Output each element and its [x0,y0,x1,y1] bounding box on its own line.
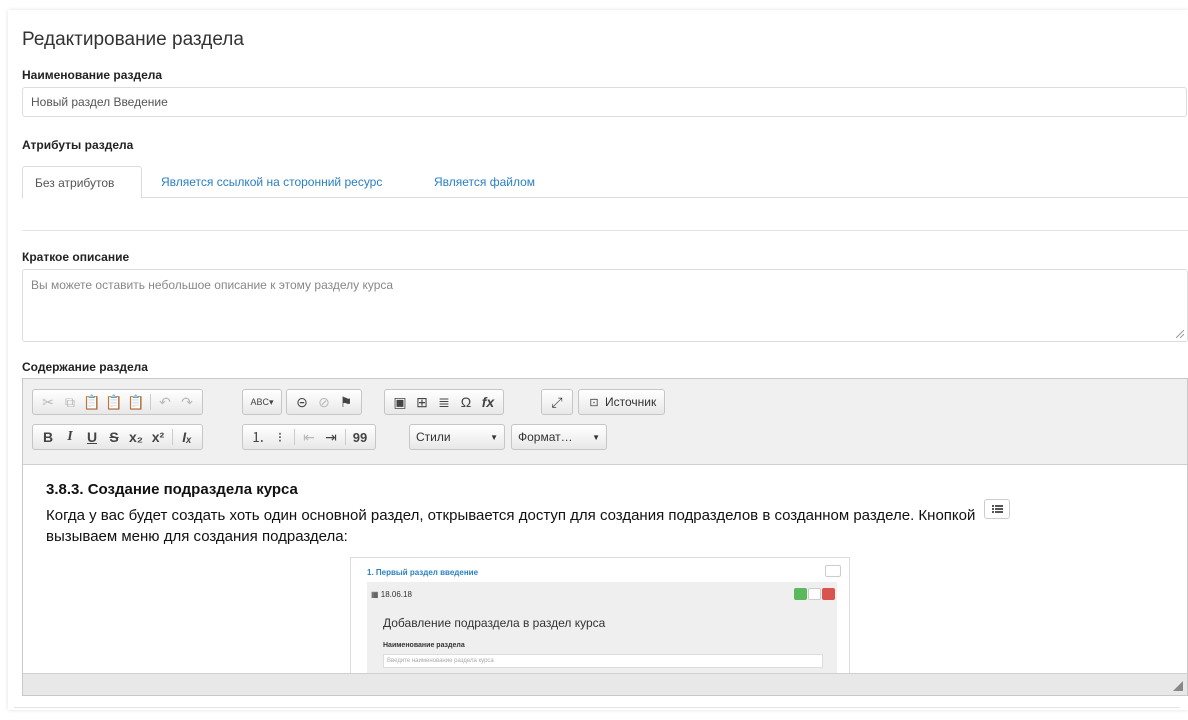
short-description-label: Краткое описание [22,250,130,264]
spellcheck-group: ABC ▾ [242,389,282,415]
formula-icon[interactable]: fx [477,391,499,413]
source-button[interactable]: ⊡ Источник [578,389,666,415]
links-group: ⊝ ⊘ ⚑ [286,389,362,415]
blockquote-icon[interactable]: 99 [349,426,371,448]
embedded-field-label: Наименование раздела [383,642,465,649]
embedded-panel: ▦ 18.06.18 Добавление подраздела в разде… [367,582,837,675]
edit-section-card: Редактирование раздела Наименование разд… [8,10,1188,710]
embedded-dialog-title: Добавление подраздела в раздел курса [383,616,606,630]
basic-styles-group: B I U S x₂ x² Iₓ [32,424,203,450]
maximize-group: ⤢ [541,389,573,415]
embedded-screenshot: 1. Первый раздел введение ▦ 18.06.18 Доб… [350,557,850,675]
chevron-down-icon: ▼ [490,432,498,442]
clipboard-group: ✂ ⧉ 📋 📋 📋 ↶ ↷ [32,389,203,415]
attributes-tabs: Без атрибутов Является ссылкой на сторон… [22,166,1188,199]
attributes-label: Атрибуты раздела [22,138,134,152]
styles-label: Стили [416,430,451,444]
source-label: Источник [605,395,657,409]
format-label: Формат… [518,430,573,444]
editor-statusbar [23,673,1187,695]
content-heading: 3.8.3. Создание подраздела курса [46,481,298,498]
maximize-icon[interactable]: ⤢ [546,391,568,413]
table-icon[interactable]: ⊞ [411,391,433,413]
link-icon[interactable]: ⊝ [291,391,313,413]
menu-list-icon [983,499,1010,519]
outdent-icon[interactable]: ⇤ [298,426,320,448]
section-name-input[interactable]: Новый раздел Введение [22,87,1187,117]
paste-icon[interactable]: 📋 [81,391,103,413]
resize-grip-icon[interactable] [1176,330,1184,338]
embedded-date: ▦ 18.06.18 [371,590,412,599]
tab-external-link[interactable]: Является ссылкой на сторонний ресурс [149,166,394,199]
tab-no-attributes[interactable]: Без атрибутов [22,166,142,199]
remove-format-icon[interactable]: Iₓ [176,426,198,448]
tab-file[interactable]: Является файлом [422,166,547,199]
source-icon: ⊡ [589,396,599,409]
editor-content-area[interactable]: 3.8.3. Создание подраздела курса Когда у… [23,465,1187,675]
undo-icon[interactable]: ↶ [154,391,176,413]
subscript-icon[interactable]: x₂ [125,426,147,448]
superscript-icon[interactable]: x² [147,426,169,448]
embedded-menu-icon [825,565,841,577]
page-title: Редактирование раздела [22,29,244,50]
paste-word-icon[interactable]: 📋 [125,391,147,413]
bulleted-list-icon[interactable]: ⁝ [269,426,291,448]
strike-button[interactable]: S [103,426,125,448]
bold-button[interactable]: B [37,426,59,448]
list-group: ⒈ ⁝ ⇤ ⇥ 99 [242,424,376,450]
redo-icon[interactable]: ↷ [176,391,198,413]
format-dropdown[interactable]: Формат… ▼ [511,424,607,450]
content-label: Содержание раздела [22,360,148,374]
anchor-flag-icon[interactable]: ⚑ [335,391,357,413]
insert-group: ▣ ⊞ ≣ Ω fx [384,389,504,415]
indent-icon[interactable]: ⇥ [320,426,342,448]
bottom-divider [14,707,1180,708]
editor-toolbar: ✂ ⧉ 📋 📋 📋 ↶ ↷ ABC ▾ ⊝ ⊘ ⚑ ▣ ⊞ ≣ Ω fx ⤢ ⊡… [23,379,1187,465]
paste-text-icon[interactable]: 📋 [103,391,125,413]
numbered-list-icon[interactable]: ⒈ [247,426,269,448]
underline-button[interactable]: U [81,426,103,448]
embedded-edit-icon [808,588,821,600]
name-label: Наименование раздела [22,68,163,82]
image-icon[interactable]: ▣ [389,391,411,413]
short-description-placeholder: Вы можете оставить небольшое описание к … [31,278,394,292]
short-description-textarea[interactable]: Вы можете оставить небольшое описание к … [22,269,1188,342]
content-paragraph: Когда у вас будет создать хоть один осно… [46,499,1161,547]
embedded-field: Введите наименование раздела курса [383,654,823,668]
special-char-icon[interactable]: Ω [455,391,477,413]
horizontal-rule-icon[interactable]: ≣ [433,391,455,413]
embedded-section-title: 1. Первый раздел введение [367,568,479,577]
unlink-icon[interactable]: ⊘ [313,391,335,413]
spellcheck-icon[interactable]: ABC ▾ [247,391,277,413]
editor-resize-icon[interactable] [1173,681,1183,691]
copy-icon[interactable]: ⧉ [59,391,81,413]
italic-button[interactable]: I [59,426,81,448]
embedded-delete-icon [822,588,835,600]
rich-text-editor: ✂ ⧉ 📋 📋 📋 ↶ ↷ ABC ▾ ⊝ ⊘ ⚑ ▣ ⊞ ≣ Ω fx ⤢ ⊡… [22,378,1188,696]
styles-dropdown[interactable]: Стили ▼ [409,424,505,450]
divider [22,230,1188,231]
cut-icon[interactable]: ✂ [37,391,59,413]
chevron-down-icon: ▼ [592,432,600,442]
embedded-add-icon [794,588,807,600]
